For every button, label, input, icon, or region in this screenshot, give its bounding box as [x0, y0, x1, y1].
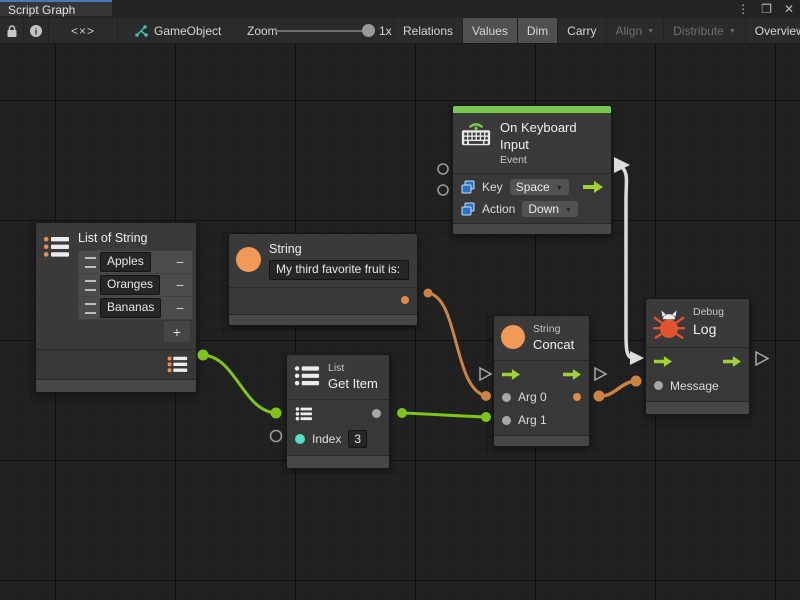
enum-icon — [461, 202, 475, 216]
graph-toolbar: i <×> GameObject Zoom 1x Relations Value… — [0, 18, 800, 44]
node-footer — [646, 401, 749, 414]
window-menu-icon[interactable]: ⋮ — [737, 0, 749, 18]
tab-script-graph[interactable]: Script Graph — [0, 0, 112, 16]
list-icon — [294, 365, 320, 387]
index-label: Index — [312, 432, 341, 446]
string-value-field[interactable]: My third favorite fruit is: — [269, 260, 409, 280]
node-title: List of String — [78, 230, 193, 246]
string-output-port[interactable] — [401, 296, 409, 304]
node-debug-log[interactable]: Debug Log Message — [645, 298, 750, 415]
chevron-down-icon: ▼ — [647, 28, 654, 35]
flow-in-arrow-icon[interactable] — [502, 369, 520, 380]
action-label: Action — [482, 202, 515, 216]
gameobject-icon — [134, 24, 148, 38]
distribute-button[interactable]: Distribute▼ — [664, 18, 746, 43]
list-item-field[interactable]: Apples — [100, 252, 151, 272]
overview-button[interactable]: Overview — [746, 18, 800, 43]
list-item-row: Oranges − — [79, 274, 192, 297]
flow-in-arrow-icon[interactable] — [654, 356, 672, 367]
node-title: Get Item — [328, 376, 378, 393]
list-item-row: Apples − — [79, 251, 192, 274]
list-item-row: Bananas − — [79, 297, 192, 319]
relations-button[interactable]: Relations — [394, 18, 463, 43]
node-footer — [494, 435, 589, 446]
drag-handle-icon[interactable] — [85, 257, 96, 268]
drag-handle-icon[interactable] — [85, 303, 96, 314]
zoom-slider-track[interactable] — [275, 30, 371, 32]
chevron-down-icon: ▼ — [556, 185, 563, 192]
arg0-label: Arg 0 — [518, 390, 547, 404]
key-label: Key — [482, 180, 503, 194]
tab-bar: Script Graph ⋮ ❐ ✕ — [0, 0, 800, 18]
index-input-port[interactable] — [295, 434, 305, 444]
lock-icon — [6, 24, 18, 38]
node-title: Concat — [533, 337, 574, 354]
node-footer — [287, 455, 389, 468]
remove-item-button[interactable]: − — [170, 299, 190, 317]
info-button[interactable]: i — [24, 18, 49, 43]
message-label: Message — [670, 379, 719, 393]
keyboard-icon — [460, 120, 492, 148]
list-input-port-icon[interactable] — [295, 407, 313, 421]
window-close-icon[interactable]: ✕ — [784, 0, 794, 18]
zoom-label: Zoom — [247, 18, 278, 43]
result-output-port[interactable] — [573, 393, 581, 401]
align-button[interactable]: Align▼ — [607, 18, 665, 43]
node-title: On Keyboard Input — [500, 120, 603, 154]
zoom-slider-handle[interactable] — [362, 24, 375, 37]
node-category: List — [328, 362, 378, 376]
node-string-literal[interactable]: String My third favorite fruit is: — [228, 233, 418, 326]
dim-button[interactable]: Dim — [518, 18, 558, 43]
node-category: Debug — [693, 306, 724, 320]
string-icon — [236, 247, 261, 272]
node-concat[interactable]: String Concat Arg 0 A — [493, 315, 590, 447]
gameobject-label[interactable]: GameObject — [154, 24, 221, 38]
item-output-port[interactable] — [372, 409, 381, 418]
list-editor: Apples − Oranges − Bananas − — [78, 250, 193, 320]
node-list-of-string[interactable]: List of String Apples − Oranges − — [35, 222, 197, 393]
script-graph-window: On Keyboard Input Event Key Space▼ — [0, 0, 800, 600]
window-maximize-icon[interactable]: ❐ — [761, 0, 772, 18]
info-icon: i — [29, 24, 43, 38]
enum-icon — [461, 180, 475, 194]
list-item-field[interactable]: Oranges — [100, 275, 160, 295]
lock-button[interactable] — [0, 18, 24, 43]
list-item-field[interactable]: Bananas — [100, 298, 161, 318]
chevron-down-icon: ▼ — [729, 28, 736, 35]
index-field[interactable]: 3 — [348, 430, 367, 448]
add-item-button[interactable]: + — [163, 320, 191, 343]
drag-handle-icon[interactable] — [85, 280, 96, 291]
string-list-icon — [43, 236, 70, 258]
node-footer — [36, 379, 196, 392]
arg1-label: Arg 1 — [518, 413, 547, 427]
node-title: Log — [693, 320, 724, 338]
remove-item-button[interactable]: − — [170, 276, 190, 294]
string-icon — [501, 325, 525, 349]
code-preview-button[interactable]: <×> — [49, 18, 118, 43]
bug-icon — [653, 306, 685, 341]
arg0-input-port[interactable] — [502, 393, 511, 402]
event-accent-bar — [453, 106, 611, 113]
flow-out-arrow-icon[interactable] — [723, 356, 741, 367]
list-output-port-icon[interactable] — [167, 356, 188, 373]
node-category: String — [533, 323, 574, 337]
arg1-input-port[interactable] — [502, 416, 511, 425]
node-get-item[interactable]: List Get Item Index 3 — [286, 354, 390, 469]
chevron-down-icon: ▼ — [565, 207, 572, 214]
node-on-keyboard-input[interactable]: On Keyboard Input Event Key Space▼ — [452, 105, 612, 235]
node-title: String — [269, 241, 409, 257]
key-dropdown[interactable]: Space▼ — [510, 179, 569, 195]
action-dropdown[interactable]: Down▼ — [522, 201, 578, 217]
node-footer — [229, 314, 417, 325]
zoom-value: 1x — [379, 18, 392, 43]
flow-out-arrow-icon[interactable] — [563, 369, 581, 380]
values-button[interactable]: Values — [463, 18, 518, 43]
node-footer — [453, 223, 611, 234]
message-input-port[interactable] — [654, 381, 663, 390]
node-subtitle: Event — [500, 154, 603, 168]
flow-out-arrow-icon[interactable] — [583, 181, 603, 193]
carry-button[interactable]: Carry — [558, 18, 606, 43]
remove-item-button[interactable]: − — [170, 253, 190, 271]
